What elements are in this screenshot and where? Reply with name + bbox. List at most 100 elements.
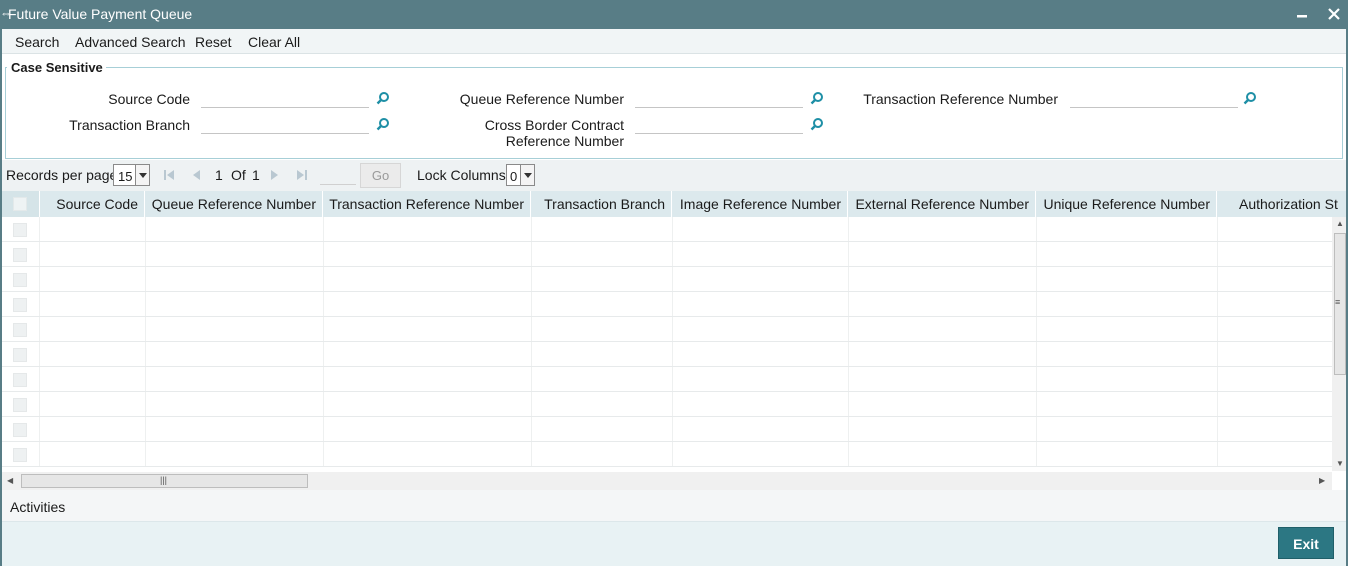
lock-columns-label: Lock Columns bbox=[417, 167, 506, 183]
column-divider bbox=[531, 367, 532, 391]
column-header-source-code[interactable]: Source Code bbox=[40, 191, 145, 217]
column-divider bbox=[531, 392, 532, 416]
window-titlebar: ⇔ Future Value Payment Queue bbox=[0, 0, 1348, 29]
column-divider bbox=[531, 217, 532, 241]
chevron-down-icon bbox=[135, 165, 149, 185]
column-divider bbox=[145, 242, 146, 266]
table-row[interactable] bbox=[2, 242, 1332, 267]
column-divider bbox=[1217, 417, 1218, 441]
scroll-down-icon[interactable]: ▼ bbox=[1336, 459, 1344, 468]
table-row[interactable] bbox=[2, 342, 1332, 367]
minimize-button[interactable] bbox=[1292, 4, 1312, 24]
column-divider bbox=[848, 317, 849, 341]
window-frame-left bbox=[0, 29, 2, 566]
column-divider bbox=[672, 342, 673, 366]
scroll-up-icon[interactable]: ▲ bbox=[1336, 219, 1344, 228]
row-select-checkbox[interactable] bbox=[13, 423, 27, 437]
transaction-reference-number-input[interactable] bbox=[1070, 88, 1238, 108]
column-header-authorization-status[interactable]: Authorization St bbox=[1217, 191, 1348, 217]
prev-page-icon[interactable] bbox=[188, 167, 204, 183]
column-divider bbox=[672, 392, 673, 416]
cross-border-lookup-icon[interactable] bbox=[810, 117, 824, 131]
source-code-lookup-icon[interactable] bbox=[376, 91, 390, 105]
row-select-checkbox[interactable] bbox=[13, 223, 27, 237]
reset-menu-item[interactable]: Reset bbox=[195, 34, 232, 50]
row-select-checkbox[interactable] bbox=[13, 373, 27, 387]
lock-columns-select[interactable]: 0 bbox=[506, 164, 535, 186]
source-code-input[interactable] bbox=[201, 88, 369, 108]
current-page-number: 1 bbox=[215, 167, 223, 183]
column-header-image-reference-number[interactable]: Image Reference Number bbox=[672, 191, 848, 217]
transaction-branch-lookup-icon[interactable] bbox=[376, 117, 390, 131]
table-row[interactable] bbox=[2, 317, 1332, 342]
column-divider bbox=[848, 267, 849, 291]
column-divider bbox=[323, 242, 324, 266]
row-select-cell bbox=[2, 367, 40, 391]
row-select-checkbox[interactable] bbox=[13, 323, 27, 337]
table-row[interactable] bbox=[2, 442, 1332, 467]
row-select-checkbox[interactable] bbox=[13, 448, 27, 462]
footer-bar bbox=[0, 521, 1348, 566]
queue-reference-lookup-icon[interactable] bbox=[810, 91, 824, 105]
column-header-transaction-branch[interactable]: Transaction Branch bbox=[531, 191, 672, 217]
scroll-right-icon[interactable]: ▶ bbox=[1319, 476, 1325, 485]
column-divider bbox=[1036, 367, 1037, 391]
queue-reference-number-input[interactable] bbox=[635, 88, 803, 108]
select-all-checkbox[interactable] bbox=[13, 197, 27, 211]
go-button[interactable]: Go bbox=[360, 163, 401, 188]
row-select-cell bbox=[2, 417, 40, 441]
next-page-icon[interactable] bbox=[267, 167, 283, 183]
cross-border-contract-reference-input[interactable] bbox=[635, 114, 803, 134]
column-divider bbox=[1036, 267, 1037, 291]
row-select-cell bbox=[2, 267, 40, 291]
window-title: Future Value Payment Queue bbox=[8, 6, 193, 22]
column-divider bbox=[145, 292, 146, 316]
clear-all-menu-item[interactable]: Clear All bbox=[248, 34, 300, 50]
exit-button[interactable]: Exit bbox=[1278, 527, 1334, 559]
advanced-search-menu-item[interactable]: Advanced Search bbox=[75, 34, 186, 50]
row-select-checkbox[interactable] bbox=[13, 348, 27, 362]
column-divider bbox=[531, 342, 532, 366]
column-divider bbox=[145, 317, 146, 341]
horizontal-scrollbar[interactable]: ◀ ||| ▶ bbox=[2, 472, 1332, 490]
records-per-page-label: Records per page bbox=[6, 167, 118, 183]
scroll-left-icon[interactable]: ◀ bbox=[7, 476, 13, 485]
close-window-button[interactable] bbox=[1324, 4, 1344, 24]
column-divider bbox=[1217, 342, 1218, 366]
column-header-external-reference-number[interactable]: External Reference Number bbox=[848, 191, 1036, 217]
column-divider bbox=[145, 342, 146, 366]
column-divider bbox=[848, 367, 849, 391]
table-row[interactable] bbox=[2, 417, 1332, 442]
column-divider bbox=[323, 267, 324, 291]
table-row[interactable] bbox=[2, 292, 1332, 317]
goto-page-input[interactable] bbox=[320, 165, 356, 185]
last-page-icon[interactable] bbox=[294, 167, 310, 183]
column-divider bbox=[1217, 292, 1218, 316]
row-select-checkbox[interactable] bbox=[13, 398, 27, 412]
table-row[interactable] bbox=[2, 217, 1332, 242]
column-header-queue-reference-number[interactable]: Queue Reference Number bbox=[145, 191, 323, 217]
first-page-icon[interactable] bbox=[161, 167, 177, 183]
row-select-checkbox[interactable] bbox=[13, 248, 27, 262]
row-select-checkbox[interactable] bbox=[13, 298, 27, 312]
column-divider bbox=[1036, 242, 1037, 266]
column-divider bbox=[323, 217, 324, 241]
column-divider bbox=[1036, 292, 1037, 316]
transaction-branch-input[interactable] bbox=[201, 114, 369, 134]
table-row[interactable] bbox=[2, 392, 1332, 417]
table-row[interactable] bbox=[2, 367, 1332, 392]
column-divider bbox=[323, 367, 324, 391]
row-select-checkbox[interactable] bbox=[13, 273, 27, 287]
transaction-reference-lookup-icon[interactable] bbox=[1243, 91, 1257, 105]
column-divider bbox=[145, 392, 146, 416]
search-menu-item[interactable]: Search bbox=[15, 34, 59, 50]
table-row[interactable] bbox=[2, 267, 1332, 292]
row-select-cell bbox=[2, 242, 40, 266]
cross-border-contract-label-line2: Reference Number bbox=[505, 133, 624, 149]
records-per-page-select[interactable]: 15 bbox=[113, 164, 150, 186]
column-divider bbox=[848, 217, 849, 241]
column-divider bbox=[323, 317, 324, 341]
grip-icon: ||| bbox=[160, 475, 168, 485]
column-header-transaction-reference-number[interactable]: Transaction Reference Number bbox=[323, 191, 531, 217]
column-header-unique-reference-number[interactable]: Unique Reference Number bbox=[1036, 191, 1217, 217]
